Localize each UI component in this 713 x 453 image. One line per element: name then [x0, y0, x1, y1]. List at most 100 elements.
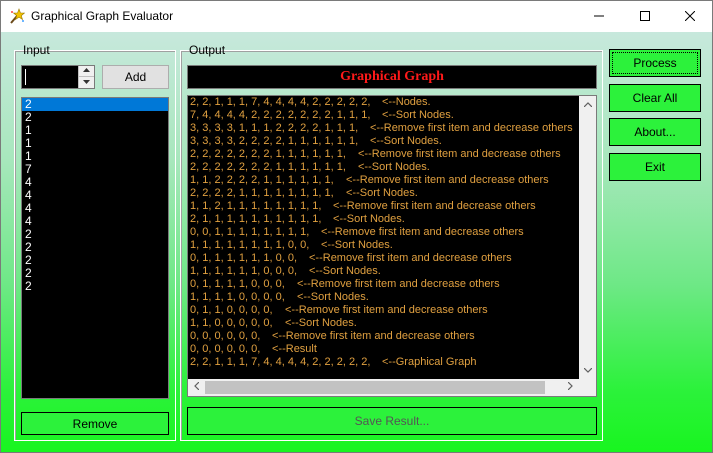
list-item[interactable]: 7: [22, 163, 168, 176]
list-item[interactable]: 2: [22, 241, 168, 254]
list-item[interactable]: 2: [22, 254, 168, 267]
clear-all-button[interactable]: Clear All: [609, 84, 701, 112]
add-button[interactable]: Add: [102, 65, 169, 89]
list-item[interactable]: 2: [22, 280, 168, 293]
output-line-comment: <--Result: [272, 343, 317, 355]
chevron-up-icon: [583, 100, 592, 109]
output-line-nodes: 0, 1, 1, 0, 0, 0, 0,: [190, 304, 273, 316]
output-line-comment: <--Remove first item and decrease others: [285, 304, 488, 316]
output-line: 0, 1, 1, 1, 1, 0, 0, 0, <--Remove first i…: [190, 278, 578, 291]
output-line-nodes: 1, 1, 0, 0, 0, 0, 0,: [190, 317, 273, 329]
list-item[interactable]: 2: [22, 267, 168, 280]
minimize-button[interactable]: [576, 1, 622, 32]
output-line: 2, 2, 2, 2, 1, 1, 1, 1, 1, 1, 1, 1, <--So…: [190, 187, 578, 200]
output-textbox[interactable]: 2, 2, 1, 1, 1, 7, 4, 4, 4, 4, 2, 2, 2, 2…: [187, 95, 597, 397]
output-line: 2, 2, 1, 1, 1, 7, 4, 4, 4, 4, 2, 2, 2, 2…: [190, 356, 578, 369]
output-line-comment: <--Sort Nodes.: [358, 161, 430, 173]
maximize-button[interactable]: [622, 1, 668, 32]
output-line: 2, 1, 1, 1, 1, 1, 1, 1, 1, 1, 1, <--Sort …: [190, 213, 578, 226]
output-groupbox: Output Graphical Graph 2, 2, 1, 1, 1, 7,…: [180, 43, 603, 441]
output-header-title: Graphical Graph: [340, 69, 444, 84]
output-line-nodes: 0, 0, 1, 1, 1, 1, 1, 1, 1, 1,: [190, 226, 310, 238]
close-icon: [684, 10, 696, 24]
spin-buttons: [78, 66, 94, 88]
output-header: Graphical Graph: [187, 65, 597, 89]
list-item[interactable]: 2: [22, 111, 168, 124]
output-line: 0, 0, 0, 0, 0, 0, <--Result: [190, 343, 578, 356]
output-line-nodes: 0, 0, 0, 0, 0, 0,: [190, 330, 261, 342]
output-line-nodes: 2, 2, 1, 1, 1, 7, 4, 4, 4, 4, 2, 2, 2, 2…: [190, 96, 371, 108]
scroll-up-button[interactable]: [579, 96, 596, 113]
about-button[interactable]: About...: [609, 118, 701, 146]
output-line-nodes: 2, 2, 2, 2, 1, 1, 1, 1, 1, 1, 1, 1,: [190, 187, 334, 199]
output-line-comment: <--Remove first item and decrease others: [321, 226, 524, 238]
save-result-button[interactable]: Save Result...: [187, 407, 597, 435]
output-line: 1, 1, 1, 1, 1, 1, 1, 1, 0, 0, <--Sort Nod…: [190, 239, 578, 252]
app-window: Graphical Graph Evaluator Input Add 2 2 …: [0, 0, 713, 453]
output-line-nodes: 0, 1, 1, 1, 1, 1, 1, 0, 0,: [190, 252, 298, 264]
chevron-left-icon: [194, 381, 200, 393]
scrollbar-corner: [579, 379, 596, 396]
output-lines: 2, 2, 1, 1, 1, 7, 4, 4, 4, 4, 2, 2, 2, 2…: [190, 96, 578, 379]
numeric-input[interactable]: [21, 65, 95, 89]
process-button[interactable]: Process: [609, 49, 701, 77]
output-line-nodes: 7, 4, 4, 4, 4, 2, 2, 2, 2, 2, 2, 2, 1, 1…: [190, 109, 371, 121]
vertical-scrollbar[interactable]: [579, 96, 596, 379]
list-item[interactable]: 1: [22, 137, 168, 150]
scroll-down-button[interactable]: [579, 362, 596, 379]
list-item[interactable]: 4: [22, 215, 168, 228]
list-item[interactable]: 4: [22, 176, 168, 189]
output-line-nodes: 3, 3, 3, 3, 2, 2, 2, 2, 1, 1, 1, 1, 1, 1…: [190, 135, 359, 147]
output-line: 1, 1, 2, 2, 2, 2, 1, 1, 1, 1, 1, 1, <--Re…: [190, 174, 578, 187]
output-line-nodes: 0, 0, 0, 0, 0, 0,: [190, 343, 261, 355]
list-item[interactable]: 4: [22, 189, 168, 202]
node-listbox[interactable]: 221117444422222: [21, 97, 169, 399]
output-line-nodes: 1, 1, 2, 2, 2, 2, 1, 1, 1, 1, 1, 1,: [190, 174, 334, 186]
maximize-icon: [640, 10, 650, 24]
output-line-comment: <--Sort Nodes.: [285, 317, 357, 329]
text-caret: [25, 69, 26, 85]
close-button[interactable]: [667, 1, 712, 32]
magic-wand-star-icon: [9, 8, 26, 24]
output-line-comment: <--Sort Nodes.: [297, 291, 369, 303]
output-line-nodes: 2, 2, 1, 1, 1, 7, 4, 4, 4, 4, 2, 2, 2, 2…: [190, 356, 371, 368]
output-line: 0, 0, 1, 1, 1, 1, 1, 1, 1, 1, <--Remove f…: [190, 226, 578, 239]
output-line: 1, 1, 0, 0, 0, 0, 0, <--Sort Nodes.: [190, 317, 578, 330]
scroll-left-button[interactable]: [188, 379, 205, 396]
output-line-comment: <--Sort Nodes.: [333, 213, 405, 225]
list-item[interactable]: 2: [22, 228, 168, 241]
output-line: 1, 1, 1, 1, 0, 0, 0, 0, <--Sort Nodes.: [190, 291, 578, 304]
list-item[interactable]: 1: [22, 150, 168, 163]
output-line-comment: <--Remove first item and decrease others: [358, 148, 561, 160]
output-line-comment: <--Nodes.: [382, 96, 431, 108]
output-line: 0, 0, 0, 0, 0, 0, <--Remove first item an…: [190, 330, 578, 343]
output-line: 0, 1, 1, 1, 1, 1, 1, 0, 0, <--Remove firs…: [190, 252, 578, 265]
scroll-right-button[interactable]: [562, 379, 579, 396]
list-item[interactable]: 4: [22, 202, 168, 215]
list-item[interactable]: 2: [22, 98, 168, 111]
output-line-comment: <--Remove first item and decrease others: [370, 122, 573, 134]
output-line-nodes: 1, 1, 1, 1, 0, 0, 0, 0,: [190, 291, 285, 303]
remove-button[interactable]: Remove: [21, 412, 169, 435]
output-line: 2, 2, 2, 2, 2, 2, 2, 1, 1, 1, 1, 1, 1, <-…: [190, 161, 578, 174]
horizontal-scrollbar[interactable]: [188, 379, 579, 396]
spin-down-button[interactable]: [79, 77, 94, 88]
spin-up-button[interactable]: [79, 66, 94, 77]
output-group-label: Output: [189, 43, 226, 57]
output-line: 3, 3, 3, 3, 2, 2, 2, 2, 1, 1, 1, 1, 1, 1…: [190, 135, 578, 148]
output-line-nodes: 3, 3, 3, 3, 1, 1, 1, 2, 2, 2, 2, 1, 1, 1…: [190, 122, 359, 134]
chevron-down-icon: [583, 366, 592, 375]
output-line: 2, 2, 1, 1, 1, 7, 4, 4, 4, 4, 2, 2, 2, 2…: [190, 96, 578, 109]
output-line-comment: <--Remove first item and decrease others: [297, 278, 500, 290]
horizontal-scroll-thumb[interactable]: [205, 381, 545, 394]
output-line: 3, 3, 3, 3, 1, 1, 1, 2, 2, 2, 2, 1, 1, 1…: [190, 122, 578, 135]
output-line-comment: <--Sort Nodes.: [321, 239, 393, 251]
output-line-comment: <--Remove first item and decrease others: [272, 330, 475, 342]
title-bar[interactable]: Graphical Graph Evaluator: [1, 1, 712, 32]
minimize-icon: [594, 10, 604, 24]
output-line-nodes: 2, 1, 1, 1, 1, 1, 1, 1, 1, 1, 1,: [190, 213, 322, 225]
output-line-nodes: 0, 1, 1, 1, 1, 0, 0, 0,: [190, 278, 285, 290]
chevron-up-icon: [83, 68, 90, 74]
list-item[interactable]: 1: [22, 124, 168, 137]
exit-button[interactable]: Exit: [609, 153, 701, 181]
